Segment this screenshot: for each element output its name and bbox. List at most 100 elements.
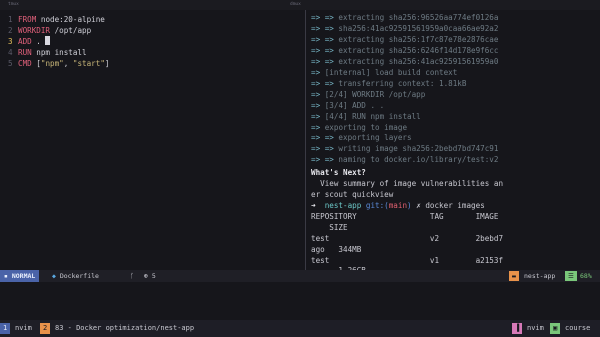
hint-line: er scout quickview bbox=[311, 189, 393, 200]
diagnostics-count[interactable]: ⊕ 5 bbox=[144, 270, 156, 282]
text-token: , bbox=[63, 59, 73, 68]
build-arrow: => => bbox=[311, 23, 334, 33]
file-indicator[interactable]: ◆ Dockerfile bbox=[52, 270, 99, 282]
build-output-line: => => extracting sha256:1f7c87e78e2876ca… bbox=[311, 34, 498, 45]
build-step-text: exporting to image bbox=[320, 122, 408, 132]
build-step-text: [4/4] RUN npm install bbox=[320, 111, 421, 121]
build-step-text: extracting sha256:96526aa774ef0126a bbox=[333, 13, 499, 22]
build-arrow: => => bbox=[311, 155, 334, 165]
whats-next-line: What's Next? bbox=[311, 167, 366, 178]
build-output-line: => [2/4] WORKDIR /opt/app bbox=[311, 89, 425, 100]
editor-statusline: ▪ NORMAL ◆ Dockerfile ᚴ ⊕ 5 ▬ nest-app ☰… bbox=[0, 270, 600, 282]
build-arrow: => => bbox=[311, 133, 334, 143]
dirty-icon: ✗ bbox=[416, 200, 426, 210]
text-token: npm install bbox=[31, 48, 87, 57]
line-number: 3 bbox=[8, 37, 13, 46]
table-cell: test v2 2bebd7 bbox=[311, 233, 504, 243]
tmux-window-1-name[interactable]: nvim bbox=[15, 323, 32, 334]
line-code: ADD . bbox=[18, 36, 51, 47]
terminal-pane[interactable]: => => extracting sha256:96526aa774ef0126… bbox=[306, 10, 600, 330]
build-output-line: => => naming to docker.io/library/test:v… bbox=[311, 154, 498, 165]
line-number: 5 bbox=[8, 59, 13, 68]
tmux-window-2-name[interactable]: 83 - Docker optimization/nest-app bbox=[55, 323, 194, 334]
tmux-statusbar: 1 nvim 2 83 - Docker optimization/nest-a… bbox=[0, 320, 600, 337]
line-code: WORKDIR /opt/app bbox=[18, 25, 91, 36]
table-cell: test v1 a2153f bbox=[311, 255, 504, 265]
keyword-token: RUN bbox=[18, 48, 32, 57]
build-output-line: => => sha256:41ac92591561959a0caa66ae92a… bbox=[311, 23, 498, 34]
diagnostics-number: 5 bbox=[151, 272, 156, 280]
text-token: [ bbox=[31, 59, 41, 68]
project-name: nest-app bbox=[524, 272, 556, 280]
text-cursor bbox=[45, 36, 51, 45]
build-step-text: transferring context: 1.81kB bbox=[333, 78, 467, 88]
empty-area bbox=[0, 282, 600, 320]
prompt-git-label: git:( bbox=[365, 200, 389, 210]
text-token: /opt/app bbox=[50, 26, 92, 35]
line-number: 1 bbox=[8, 15, 13, 24]
keyword-token: CMD bbox=[18, 59, 32, 68]
build-arrow: => bbox=[311, 100, 321, 110]
build-output-line: => [3/4] ADD . . bbox=[311, 100, 384, 111]
build-output-line: => [4/4] RUN npm install bbox=[311, 111, 421, 122]
hint-line: View summary of image vulnerabilities an bbox=[311, 178, 503, 189]
hint-text: View summary of image vulnerabilities an bbox=[311, 178, 504, 188]
line-number: 4 bbox=[8, 48, 13, 57]
prompt-arrow-icon: ➜ bbox=[311, 200, 325, 210]
table-row: test v1 a2153f bbox=[311, 255, 503, 266]
build-arrow: => => bbox=[311, 144, 334, 154]
tmux-right-name: nvim bbox=[527, 324, 544, 332]
whats-next-heading: What's Next? bbox=[311, 167, 366, 177]
build-output-line: => => extracting sha256:6246f14d178e9f6c… bbox=[311, 45, 498, 56]
position-icon: ☰ bbox=[565, 271, 577, 281]
tmux-window-1-number[interactable]: 1 bbox=[0, 323, 11, 334]
terminal-icon: ▐ bbox=[512, 323, 523, 334]
docker-file-icon: ◆ bbox=[52, 272, 60, 280]
build-output-line: => => writing image sha256:2bebd7bd747c9… bbox=[311, 143, 498, 154]
build-arrow: => bbox=[311, 67, 321, 77]
build-step-text: extracting sha256:41ac92591561959a0 bbox=[333, 56, 499, 66]
build-output-line: => => extracting sha256:41ac92591561959a… bbox=[311, 56, 498, 67]
prompt-command: docker images bbox=[425, 200, 485, 210]
window-titlebar: tmux dmux bbox=[0, 0, 600, 10]
tmux-window-2-number[interactable]: 2 bbox=[40, 323, 51, 334]
build-arrow: => => bbox=[311, 34, 334, 44]
scroll-percent: 68% bbox=[580, 272, 592, 280]
text-token: ] bbox=[104, 59, 110, 68]
build-arrow: => => bbox=[311, 45, 334, 55]
table-header-line: SIZE bbox=[311, 222, 348, 233]
mode-icon: ▪ bbox=[4, 272, 12, 280]
table-cell: ago 344MB bbox=[311, 244, 362, 254]
keyword-token: FROM bbox=[18, 15, 37, 24]
line-number: 2 bbox=[8, 26, 13, 35]
editor-pane[interactable]: 1 FROM node:20-alpine 2 WORKDIR /opt/app 3 AD… bbox=[0, 10, 305, 280]
prompt-line: ➜ nest-app git:(main) ✗ docker images bbox=[311, 200, 485, 211]
keyword-token: ADD bbox=[18, 37, 32, 46]
build-step-text: writing image sha256:2bebd7bd747c91 bbox=[333, 144, 499, 154]
line-code: RUN npm install bbox=[18, 47, 87, 58]
file-name: Dockerfile bbox=[59, 272, 99, 280]
build-step-text: extracting sha256:6246f14d178e9f6cc bbox=[333, 45, 499, 55]
session-icon: ▣ bbox=[550, 323, 561, 334]
prompt-git-close: ) bbox=[407, 200, 417, 210]
keyword-token: WORKDIR bbox=[18, 26, 51, 35]
table-header: SIZE bbox=[311, 222, 348, 232]
build-output-line: => [internal] load build context bbox=[311, 67, 457, 78]
build-arrow: => bbox=[311, 89, 321, 99]
prompt-directory: nest-app bbox=[324, 200, 366, 210]
text-token: . bbox=[31, 37, 46, 46]
build-arrow: => bbox=[311, 122, 321, 132]
hint-text: er scout quickview bbox=[311, 189, 394, 199]
string-token: "start" bbox=[72, 59, 105, 68]
line-code: CMD ["npm", "start"] bbox=[18, 58, 109, 69]
mode-label: NORMAL bbox=[11, 272, 36, 280]
plus-circle-icon: ⊕ bbox=[144, 272, 152, 280]
build-arrow: => => bbox=[311, 56, 334, 66]
right-window-title: dmux bbox=[290, 2, 301, 7]
build-step-text: naming to docker.io/library/test:v2 bbox=[333, 155, 499, 165]
build-output-line: => => extracting sha256:96526aa774ef0126… bbox=[311, 12, 498, 23]
build-arrow: => bbox=[311, 111, 321, 121]
build-step-text: [3/4] ADD . . bbox=[320, 100, 385, 110]
mode-indicator: ▪ NORMAL bbox=[0, 270, 40, 282]
text-token: node:20-alpine bbox=[36, 15, 105, 24]
